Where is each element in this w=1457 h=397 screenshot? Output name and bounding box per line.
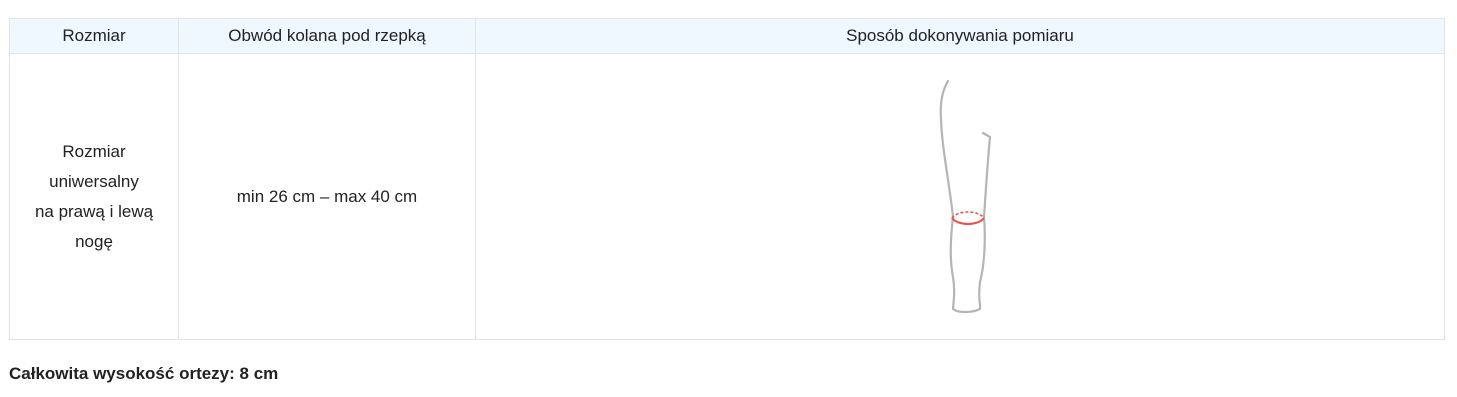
table-header-row: Rozmiar Obwód kolana pod rzepką Sposób d… xyxy=(9,18,1445,54)
orthosis-height-note: Całkowita wysokość ortezy: 8 cm xyxy=(9,364,279,383)
size-table-container: Rozmiar Obwód kolana pod rzepką Sposób d… xyxy=(9,18,1445,340)
size-cell: Rozmiar uniwersalny na prawą i lewą nogę xyxy=(9,53,179,340)
measure-figure-cell xyxy=(475,53,1445,340)
size-line: uniwersalny xyxy=(49,171,139,191)
table-row: Rozmiar uniwersalny na prawą i lewą nogę… xyxy=(9,53,1445,340)
size-line: Rozmiar xyxy=(62,141,126,161)
header-circumference: Obwód kolana pod rzepką xyxy=(178,18,476,54)
header-measure-method: Sposób dokonywania pomiaru xyxy=(475,18,1445,54)
size-line: nogę xyxy=(75,231,113,251)
header-size: Rozmiar xyxy=(9,18,179,54)
size-table: Rozmiar Obwód kolana pod rzepką Sposób d… xyxy=(9,18,1445,340)
size-line: na prawą i lewą xyxy=(34,201,154,221)
circumference-cell: min 26 cm – max 40 cm xyxy=(178,53,476,340)
size-label: Rozmiar uniwersalny na prawą i lewą nogę xyxy=(10,137,178,257)
leg-outline-with-knee-measurement-icon xyxy=(939,79,992,313)
